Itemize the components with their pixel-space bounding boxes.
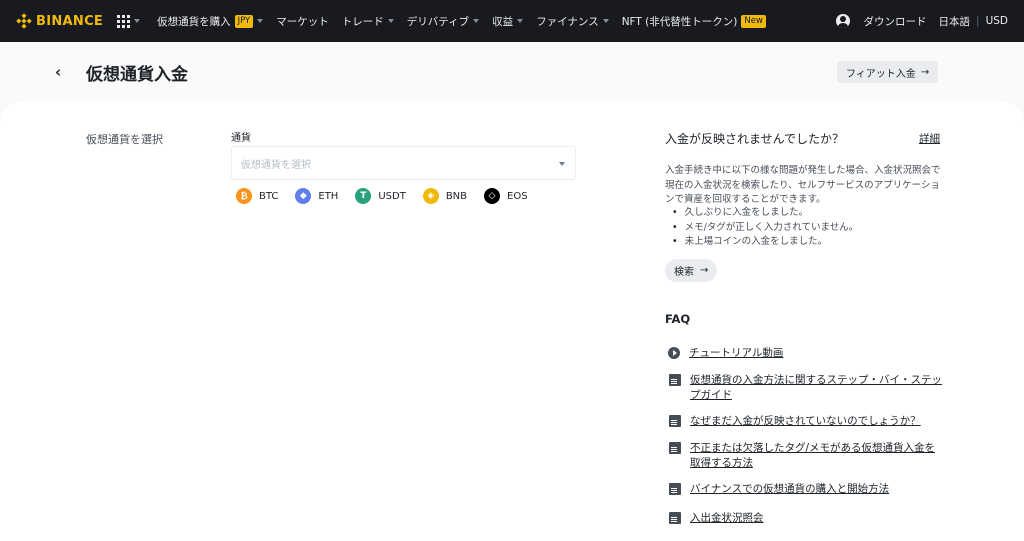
- faq-item-transaction-status[interactable]: 入出金状況照会: [668, 511, 945, 526]
- list-item: 久しぶりに入金をしました。: [672, 206, 858, 221]
- chevron-down-icon: [602, 19, 609, 23]
- download-link[interactable]: ダウンロード: [864, 14, 927, 29]
- coin-select[interactable]: 仮想通貨を選択: [231, 146, 576, 180]
- chevron-down-icon: [387, 19, 394, 23]
- faq-item-deposit-not-credited[interactable]: なぜまだ入金が反映されていないのでしょうか？: [668, 414, 945, 429]
- currency-selector[interactable]: USD: [986, 15, 1008, 27]
- faq-item-buy-crypto-guide[interactable]: バイナンスでの仮想通貨の購入と開始方法: [668, 482, 945, 497]
- currency-badge: JPY: [234, 14, 254, 28]
- eos-icon: ◇: [484, 188, 501, 204]
- chevron-down-icon: [257, 19, 264, 23]
- list-item: 未上場コインの入金をしました。: [672, 235, 858, 250]
- step-label: 仮想通貨を選択: [86, 133, 163, 146]
- faq-item-tutorial-video[interactable]: チュートリアル動画: [668, 346, 944, 361]
- new-badge: New: [741, 14, 766, 28]
- back-arrow-icon[interactable]: ‹: [55, 63, 61, 81]
- binance-logo[interactable]: BINANCE: [16, 13, 103, 29]
- nav-label: トレード: [341, 15, 384, 28]
- search-button-label: 検索: [674, 267, 694, 278]
- chevron-down-icon: [473, 19, 480, 23]
- document-icon: [669, 483, 681, 495]
- faq-link[interactable]: なぜまだ入金が反映されていないのでしょうか？: [690, 414, 945, 429]
- chevron-down-icon: [134, 19, 141, 23]
- arrow-right-icon: →: [700, 265, 709, 276]
- nav-item-trade[interactable]: トレード: [342, 14, 394, 29]
- coin-chip-btc[interactable]: ₿ BTC: [236, 188, 278, 204]
- chevron-down-icon: [517, 19, 524, 23]
- top-navbar: BINANCE 仮想通貨を購入 JPY マーケット トレード デリバティブ 収益…: [0, 0, 1024, 42]
- details-link[interactable]: 詳細: [919, 131, 940, 146]
- faq-link[interactable]: 仮想通貨の入金方法に関するステップ・バイ・ステップガイド: [690, 373, 945, 402]
- deposit-panel: 仮想通貨を選択 通貨 仮想通貨を選択 ₿ BTC ◆ ETH T USDT ◈ …: [0, 101, 1024, 541]
- fiat-deposit-label: フィアット入金: [846, 68, 916, 80]
- bnb-icon: ◈: [422, 188, 439, 204]
- search-button[interactable]: 検索 →: [665, 259, 718, 282]
- help-description: 入金手続き中に以下の様な問題が発生した場合、入金状況照会で現在の入金状況を検索し…: [665, 165, 941, 205]
- nav-item-finance[interactable]: ファイナンス: [536, 14, 609, 29]
- nav-right: ダウンロード 日本語 | USD: [835, 0, 1008, 42]
- coin-symbol: USDT: [378, 190, 406, 202]
- coin-symbol: BNB: [445, 190, 468, 202]
- faq-link[interactable]: チュートリアル動画: [689, 346, 944, 361]
- nav-item-derivatives[interactable]: デリバティブ: [406, 14, 480, 29]
- apps-grid-icon[interactable]: [117, 14, 131, 28]
- currency-field-label: 通貨: [231, 133, 251, 144]
- document-icon: [669, 512, 681, 524]
- coin-chip-usdt[interactable]: T USDT: [355, 188, 406, 204]
- tether-icon: T: [355, 188, 372, 204]
- fiat-deposit-button[interactable]: フィアット入金 →: [837, 61, 939, 83]
- list-item: メモ/タグが正しく入力されていません。: [672, 221, 859, 236]
- coin-symbol: ETH: [318, 190, 339, 202]
- faq-item-missing-tag-memo[interactable]: 不正または欠落したタグ/メモがある仮想通貨入金を取得する方法: [668, 441, 945, 470]
- nav-label: 仮想通貨を購入: [157, 15, 231, 28]
- main-nav: 仮想通貨を購入 JPY マーケット トレード デリバティブ 収益 ファイナンス …: [144, 14, 766, 29]
- faq-title: FAQ: [665, 312, 691, 326]
- nav-label: マーケット: [276, 15, 329, 28]
- nav-label: 収益: [492, 15, 514, 28]
- document-icon: [669, 374, 681, 386]
- arrow-right-icon: →: [920, 66, 930, 78]
- faq-link[interactable]: バイナンスでの仮想通貨の購入と開始方法: [690, 482, 945, 497]
- document-icon: [669, 415, 681, 427]
- user-icon[interactable]: [835, 14, 850, 28]
- faq-link[interactable]: 不正または欠落したタグ/メモがある仮想通貨入金を取得する方法: [690, 441, 945, 470]
- divider: |: [976, 15, 980, 27]
- nav-item-earn[interactable]: 収益: [492, 14, 524, 29]
- coin-chip-eos[interactable]: ◇ EOS: [484, 188, 528, 204]
- binance-logo-icon: [16, 13, 32, 29]
- faq-item-deposit-guide[interactable]: 仮想通貨の入金方法に関するステップ・バイ・ステップガイド: [668, 373, 945, 402]
- nav-label: ファイナンス: [536, 15, 599, 28]
- quick-coin-list: ₿ BTC ◆ ETH T USDT ◈ BNB ◇ EOS: [236, 188, 528, 204]
- page-title: 仮想通貨入金: [86, 65, 188, 85]
- nav-label: デリバティブ: [406, 15, 470, 28]
- nav-label: NFT (非代替性トークン): [621, 15, 738, 28]
- coin-chip-bnb[interactable]: ◈ BNB: [422, 188, 468, 204]
- document-icon: [669, 442, 681, 454]
- ethereum-icon: ◆: [295, 188, 312, 204]
- coin-select-placeholder: 仮想通貨を選択: [241, 159, 311, 171]
- nav-item-markets[interactable]: マーケット: [276, 14, 329, 29]
- language-selector[interactable]: 日本語: [939, 14, 971, 29]
- faq-link[interactable]: 入出金状況照会: [690, 511, 945, 526]
- chevron-down-icon: [559, 162, 565, 166]
- coin-symbol: BTC: [259, 190, 279, 202]
- help-title: 入金が反映されませんでしたか？: [665, 132, 845, 146]
- help-bullet-list: 久しぶりに入金をしました。 メモ/タグが正しく入力されていません。 未上場コイン…: [672, 206, 859, 250]
- nav-item-buy-crypto[interactable]: 仮想通貨を購入 JPY: [157, 14, 264, 29]
- bitcoin-icon: ₿: [236, 188, 252, 204]
- nav-item-nft[interactable]: NFT (非代替性トークン) New: [622, 14, 766, 29]
- play-icon: [668, 347, 680, 359]
- logo-text: BINANCE: [36, 13, 104, 29]
- coin-chip-eth[interactable]: ◆ ETH: [295, 188, 338, 204]
- coin-symbol: EOS: [507, 190, 528, 202]
